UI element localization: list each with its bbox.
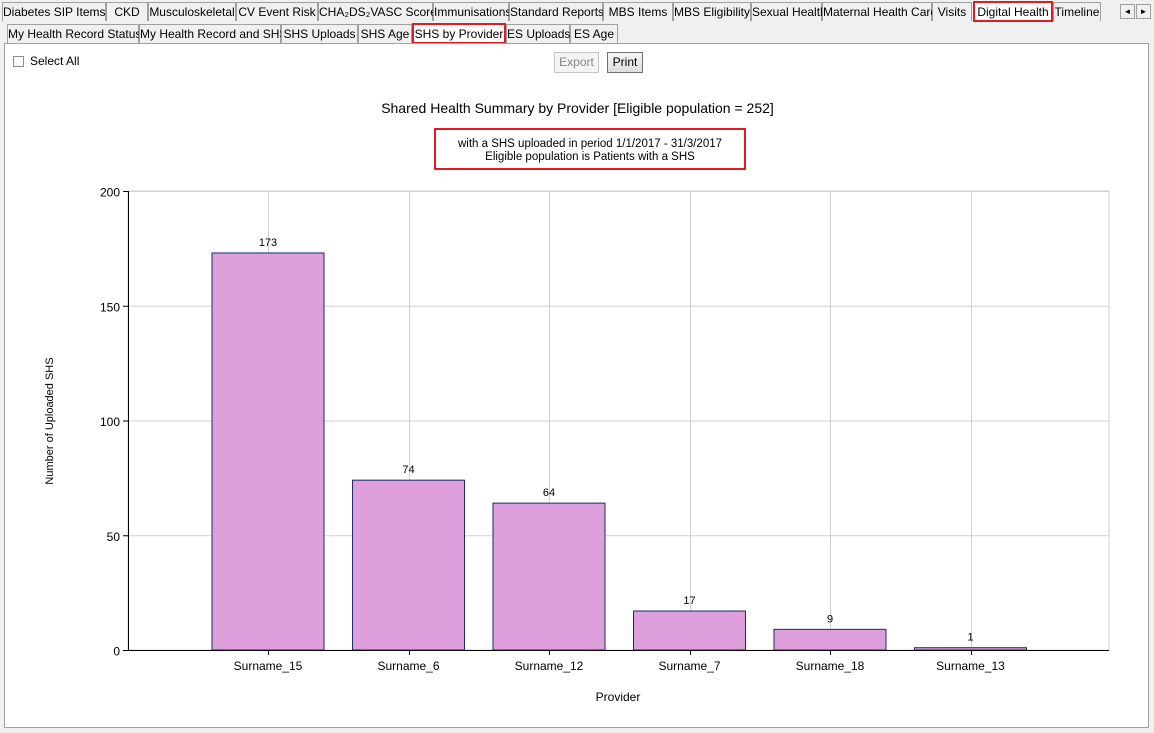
report-tab-bar: Diabetes SIP Items CKD Musculoskeletal CV E… — [0, 1, 1154, 24]
bar-surname-12 — [492, 502, 606, 651]
y-axis-title: Number of Uploaded SHS — [44, 357, 56, 484]
subtab-es-age[interactable]: ES Age — [570, 24, 618, 43]
tab-standard-reports[interactable]: Standard Reports — [509, 2, 604, 21]
tab-maternal-health-care[interactable]: Maternal Health Care — [822, 2, 937, 21]
tab-digital-health[interactable]: Digital Health — [973, 1, 1053, 22]
data-label: 9 — [827, 613, 833, 625]
tab-timeline[interactable]: Timeline — [1053, 2, 1101, 21]
report-panel: Select All Export Print Shared Health Su… — [4, 43, 1149, 728]
arrow-left-icon: ◄ — [1123, 7, 1132, 16]
arrow-right-icon: ► — [1139, 7, 1148, 16]
x-tick-label: Surname_7 — [658, 659, 720, 673]
subtab-my-health-record-status[interactable]: My Health Record Status — [7, 24, 141, 43]
tab-scroll-left-button[interactable]: ◄ — [1120, 4, 1135, 19]
tab-ckd[interactable]: CKD — [106, 2, 148, 21]
tab-cha-ds-vasc-score[interactable]: CHA₂DS₂VASC Score — [318, 2, 437, 21]
y-tick-label: 200 — [100, 186, 120, 200]
data-label: 64 — [543, 487, 555, 499]
tab-sexual-health[interactable]: Sexual Health — [751, 2, 827, 21]
tab-musculoskeletal[interactable]: Musculoskeletal — [148, 2, 236, 21]
data-label: 74 — [402, 464, 414, 476]
bar-surname-18 — [773, 628, 887, 651]
bar-surname-13 — [914, 647, 1027, 651]
x-tick-label: Surname_12 — [515, 659, 584, 673]
tab-cv-event-risk[interactable]: CV Event Risk — [236, 2, 318, 21]
tab-diabetes-sip-items[interactable]: Diabetes SIP Items — [2, 2, 106, 21]
x-tick-label: Surname_6 — [377, 659, 439, 673]
x-axis-title: Provider — [596, 690, 641, 704]
tab-immunisations[interactable]: Immunisations — [433, 2, 511, 21]
subtab-shs-age[interactable]: SHS Age — [358, 24, 412, 43]
bar-surname-6 — [352, 479, 465, 651]
subtab-es-uploads[interactable]: ES Uploads — [506, 24, 570, 43]
data-label: 17 — [683, 595, 695, 607]
tab-visits[interactable]: Visits — [932, 2, 972, 21]
x-tick-label: Surname_13 — [936, 659, 1005, 673]
subtab-my-health-record-and-shs[interactable]: My Health Record and SHS — [139, 24, 287, 43]
x-tick-label: Surname_18 — [796, 659, 865, 673]
y-tick-label: 100 — [100, 415, 120, 429]
tab-mbs-items[interactable]: MBS Items — [603, 2, 673, 21]
tab-scroll-right-button[interactable]: ► — [1136, 4, 1151, 19]
data-label: 173 — [259, 237, 277, 249]
y-tick-label: 0 — [113, 645, 120, 659]
data-label: 1 — [967, 632, 973, 644]
y-tick-label: 150 — [100, 300, 120, 314]
x-tick-label: Surname_15 — [234, 659, 303, 673]
y-tick-label: 50 — [107, 530, 121, 544]
subtab-shs-uploads[interactable]: SHS Uploads — [281, 24, 358, 43]
tab-mbs-eligibility[interactable]: MBS Eligibility — [673, 2, 751, 21]
bar-surname-15 — [211, 252, 325, 651]
bar-chart: 0 50 100 150 200 173 Surname_15 74 Surname_6 64 Su… — [44, 186, 1110, 704]
bar-surname-7 — [633, 610, 746, 651]
subtab-shs-by-provider[interactable]: SHS by Provider — [412, 23, 506, 44]
